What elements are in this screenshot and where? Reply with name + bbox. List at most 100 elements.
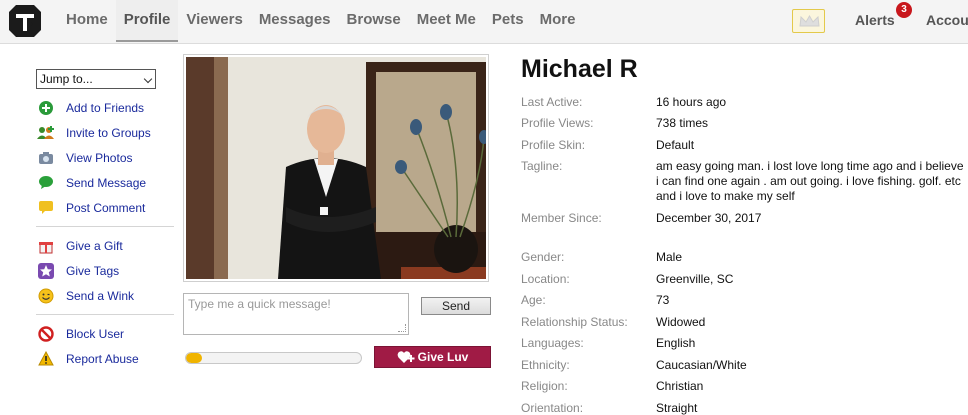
detail-row-tagline: Tagline: am easy going man. i lost love … (521, 159, 968, 211)
main-nav: Home Profile Viewers Messages Browse Mee… (58, 0, 583, 44)
top-nav-bar: Home Profile Viewers Messages Browse Mee… (0, 0, 968, 44)
sidebar-item-give-gift[interactable]: Give a Gift (36, 233, 174, 258)
crown-icon (799, 15, 820, 27)
nav-viewers[interactable]: Viewers (178, 0, 250, 42)
nav-home[interactable]: Home (58, 0, 116, 42)
detail-label: Age: (521, 293, 546, 307)
comment-icon (37, 199, 55, 217)
detail-value: 73 (656, 293, 670, 307)
luv-progress-fill (186, 353, 202, 363)
detail-value: Default (656, 138, 695, 152)
camera-icon (37, 149, 55, 167)
detail-row-profile-skin: Profile Skin: Default (521, 138, 968, 159)
sidebar-item-give-tags[interactable]: Give Tags (36, 258, 174, 283)
detail-label: Gender: (521, 250, 565, 264)
nav-meet-me[interactable]: Meet Me (409, 0, 484, 42)
detail-row-relationship: Relationship Status: Widowed (521, 315, 968, 336)
nav-browse[interactable]: Browse (339, 0, 409, 42)
detail-row-ethnicity: Ethnicity: Caucasian/White (521, 358, 968, 379)
sidebar-item-post-comment[interactable]: Post Comment (36, 195, 174, 220)
sidebar-item-label: View Photos (66, 150, 133, 165)
detail-value: Christian (656, 379, 704, 393)
detail-value: 738 times (656, 116, 709, 130)
detail-row-last-active: Last Active: 16 hours ago (521, 95, 968, 116)
detail-value: Caucasian/White (656, 358, 747, 372)
detail-value: English (656, 336, 696, 350)
profile-photo-frame (183, 54, 489, 282)
detail-value: Male (656, 250, 683, 264)
gift-icon (37, 237, 55, 255)
detail-row-age: Age: 73 (521, 293, 968, 315)
detail-label: Relationship Status: (521, 315, 628, 329)
jump-to-label: Jump to... (40, 72, 93, 86)
detail-value: am easy going man. i lost love long time… (656, 159, 964, 203)
give-luv-button[interactable]: Give Luv (374, 346, 491, 368)
nav-messages[interactable]: Messages (251, 0, 339, 42)
profile-details: Last Active: 16 hours ago Profile Views:… (521, 95, 968, 415)
sidebar-item-send-message[interactable]: Send Message (36, 170, 174, 195)
detail-label: Ethnicity: (521, 358, 570, 372)
sidebar-item-label: Report Abuse (66, 351, 139, 366)
quick-message-input[interactable]: Type me a quick message! (183, 293, 409, 335)
nav-pets[interactable]: Pets (484, 0, 532, 42)
detail-label: Tagline: (521, 159, 563, 173)
detail-row-gender: Gender: Male (521, 250, 968, 272)
add-friend-icon (37, 99, 55, 117)
send-button[interactable]: Send (421, 297, 491, 315)
detail-row-profile-views: Profile Views: 738 times (521, 116, 968, 138)
warning-icon (37, 350, 55, 368)
smiley-icon (37, 287, 55, 305)
sidebar-divider (36, 314, 174, 315)
sidebar-item-send-wink[interactable]: Send a Wink (36, 283, 174, 308)
sidebar-item-label: Invite to Groups (66, 125, 151, 140)
sidebar-item-label: Add to Friends (66, 100, 145, 115)
detail-row-religion: Religion: Christian (521, 379, 968, 401)
sidebar-item-add-friends[interactable]: Add to Friends (36, 95, 174, 120)
jump-to-select[interactable]: Jump to... (36, 69, 156, 89)
chevron-down-icon (143, 74, 153, 84)
detail-value: 16 hours ago (656, 95, 727, 109)
detail-value: Straight (656, 401, 698, 415)
detail-row-languages: Languages: English (521, 336, 968, 358)
profile-name: Michael R (521, 55, 638, 83)
detail-value: Widowed (656, 315, 706, 329)
detail-label: Profile Skin: (521, 138, 586, 152)
luv-progress-bar (185, 352, 362, 364)
heart-plus-icon (397, 351, 415, 363)
star-icon (37, 262, 55, 280)
nav-more[interactable]: More (532, 0, 584, 42)
invite-groups-icon (37, 124, 55, 142)
resize-grip-icon[interactable] (398, 324, 406, 332)
detail-row-member-since: Member Since: December 30, 2017 (521, 211, 968, 250)
sidebar-item-label: Give a Gift (66, 238, 123, 253)
quick-message-placeholder: Type me a quick message! (188, 297, 331, 311)
detail-label: Religion: (521, 379, 568, 393)
sidebar-item-view-photos[interactable]: View Photos (36, 145, 174, 170)
nav-profile[interactable]: Profile (115, 0, 179, 42)
sidebar-item-block-user[interactable]: Block User (36, 321, 174, 346)
sidebar-item-invite-groups[interactable]: Invite to Groups (36, 120, 174, 145)
profile-photo[interactable] (186, 57, 486, 279)
detail-label: Languages: (521, 336, 584, 350)
account-link[interactable]: Account (926, 0, 968, 40)
detail-row-orientation: Orientation: Straight (521, 401, 968, 415)
detail-value: Greenville, SC (656, 272, 734, 286)
sidebar-item-label: Block User (66, 326, 125, 341)
sidebar-item-label: Give Tags (66, 263, 120, 278)
site-logo[interactable] (6, 2, 44, 40)
detail-label: Member Since: (521, 211, 602, 225)
alerts-link[interactable]: Alerts (855, 0, 895, 42)
detail-label: Profile Views: (521, 116, 594, 130)
crown-button[interactable] (792, 9, 825, 33)
sidebar-actions: Add to Friends Invite to Groups View Pho… (36, 95, 174, 371)
give-luv-label: Give Luv (417, 350, 469, 364)
speech-bubble-icon (37, 174, 55, 192)
sidebar-item-report-abuse[interactable]: Report Abuse (36, 346, 174, 371)
detail-label: Location: (521, 272, 570, 286)
sidebar-item-label: Send a Wink (66, 288, 135, 303)
detail-row-location: Location: Greenville, SC (521, 272, 968, 293)
detail-label: Orientation: (521, 401, 584, 415)
sidebar-item-label: Post Comment (66, 200, 146, 215)
block-icon (37, 325, 55, 343)
sidebar-item-label: Send Message (66, 175, 147, 190)
